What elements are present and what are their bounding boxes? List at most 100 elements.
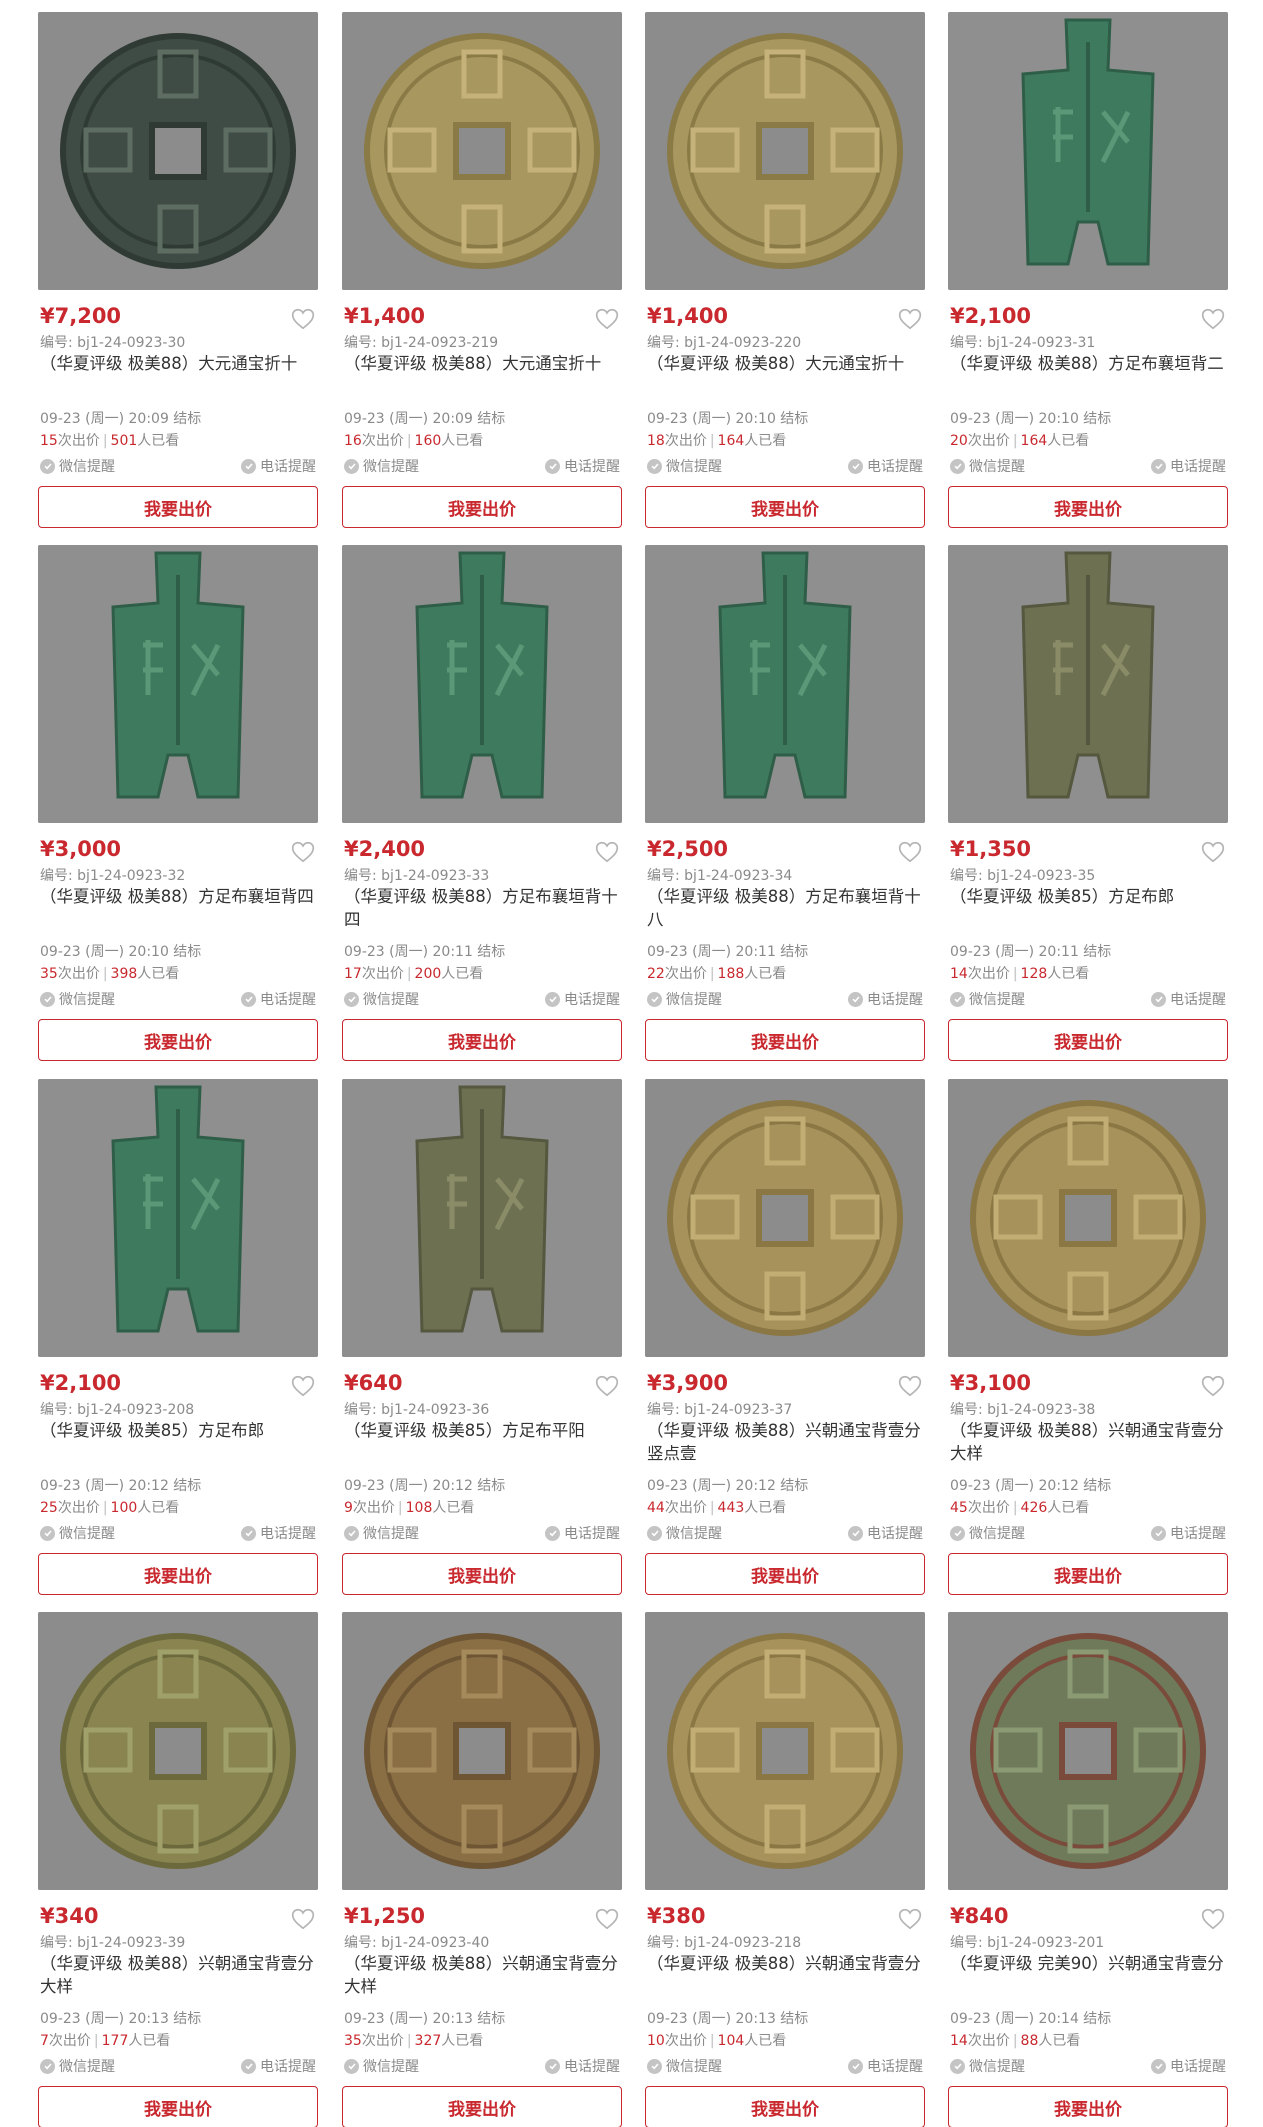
phone-remind-toggle[interactable]: 电话提醒 [241,1523,316,1543]
phone-remind-toggle[interactable]: 电话提醒 [545,456,620,476]
wechat-remind-toggle[interactable]: 微信提醒 [647,1523,722,1543]
lot-title[interactable]: （华夏评级 极美88）大元通宝折十 [40,352,316,400]
lot-title[interactable]: （华夏评级 极美88）兴朝通宝背壹分大样 [40,1952,316,2000]
bid-button[interactable]: 我要出价 [342,1553,622,1595]
lot-title[interactable]: （华夏评级 极美88）方足布襄垣背二 [950,352,1226,400]
wechat-remind-toggle[interactable]: 微信提醒 [647,989,722,1009]
bid-button[interactable]: 我要出价 [948,2086,1228,2127]
wechat-remind-toggle[interactable]: 微信提醒 [647,456,722,476]
coin-photo[interactable] [342,1079,622,1357]
coin-photo[interactable] [645,545,925,823]
lot-card[interactable]: ¥380 编号: bj1-24-0923-218 （华夏评级 极美88）兴朝通宝… [645,1612,925,2127]
wechat-remind-toggle[interactable]: 微信提醒 [344,1523,419,1543]
heart-icon[interactable] [897,1906,923,1932]
heart-icon[interactable] [290,306,316,332]
lot-card[interactable]: ¥1,400 编号: bj1-24-0923-219 （华夏评级 极美88）大元… [342,12,622,532]
lot-card[interactable]: ¥340 编号: bj1-24-0923-39 （华夏评级 极美88）兴朝通宝背… [38,1612,318,2127]
coin-photo[interactable] [342,12,622,290]
bid-button[interactable]: 我要出价 [948,1553,1228,1595]
wechat-remind-toggle[interactable]: 微信提醒 [40,1523,115,1543]
heart-icon[interactable] [594,839,620,865]
phone-remind-toggle[interactable]: 电话提醒 [848,1523,923,1543]
coin-photo[interactable] [38,545,318,823]
heart-icon[interactable] [897,1373,923,1399]
heart-icon[interactable] [1200,1906,1226,1932]
wechat-remind-toggle[interactable]: 微信提醒 [344,456,419,476]
lot-title[interactable]: （华夏评级 极美88）方足布襄垣背十四 [344,885,620,933]
coin-photo[interactable] [645,1079,925,1357]
phone-remind-toggle[interactable]: 电话提醒 [545,1523,620,1543]
coin-photo[interactable] [645,1612,925,1890]
lot-card[interactable]: ¥2,500 编号: bj1-24-0923-34 （华夏评级 极美88）方足布… [645,545,925,1065]
coin-photo[interactable] [948,1079,1228,1357]
phone-remind-toggle[interactable]: 电话提醒 [1151,989,1226,1009]
lot-card[interactable]: ¥840 编号: bj1-24-0923-201 （华夏评级 完美90）兴朝通宝… [948,1612,1228,2127]
phone-remind-toggle[interactable]: 电话提醒 [545,2056,620,2076]
bid-button[interactable]: 我要出价 [38,1553,318,1595]
bid-button[interactable]: 我要出价 [948,486,1228,528]
heart-icon[interactable] [1200,839,1226,865]
coin-photo[interactable] [948,1612,1228,1890]
coin-photo[interactable] [38,1079,318,1357]
coin-photo[interactable] [38,12,318,290]
heart-icon[interactable] [897,306,923,332]
lot-card[interactable]: ¥3,000 编号: bj1-24-0923-32 （华夏评级 极美88）方足布… [38,545,318,1065]
heart-icon[interactable] [897,839,923,865]
lot-title[interactable]: （华夏评级 极美88）兴朝通宝背壹分竖点壹 [647,1419,923,1467]
lot-card[interactable]: ¥2,100 编号: bj1-24-0923-31 （华夏评级 极美88）方足布… [948,12,1228,532]
lot-card[interactable]: ¥640 编号: bj1-24-0923-36 （华夏评级 极美85）方足布平阳… [342,1079,622,1599]
phone-remind-toggle[interactable]: 电话提醒 [848,456,923,476]
phone-remind-toggle[interactable]: 电话提醒 [848,2056,923,2076]
coin-photo[interactable] [645,12,925,290]
phone-remind-toggle[interactable]: 电话提醒 [848,989,923,1009]
phone-remind-toggle[interactable]: 电话提醒 [1151,456,1226,476]
wechat-remind-toggle[interactable]: 微信提醒 [950,456,1025,476]
heart-icon[interactable] [290,1906,316,1932]
lot-title[interactable]: （华夏评级 极美85）方足布郎 [40,1419,316,1467]
lot-title[interactable]: （华夏评级 极美85）方足布平阳 [344,1419,620,1467]
lot-title[interactable]: （华夏评级 极美88）兴朝通宝背壹分 [647,1952,923,2000]
bid-button[interactable]: 我要出价 [645,486,925,528]
wechat-remind-toggle[interactable]: 微信提醒 [40,989,115,1009]
lot-card[interactable]: ¥1,400 编号: bj1-24-0923-220 （华夏评级 极美88）大元… [645,12,925,532]
wechat-remind-toggle[interactable]: 微信提醒 [344,2056,419,2076]
lot-card[interactable]: ¥2,400 编号: bj1-24-0923-33 （华夏评级 极美88）方足布… [342,545,622,1065]
coin-photo[interactable] [342,545,622,823]
heart-icon[interactable] [1200,1373,1226,1399]
lot-card[interactable]: ¥2,100 编号: bj1-24-0923-208 （华夏评级 极美85）方足… [38,1079,318,1599]
heart-icon[interactable] [594,306,620,332]
lot-card[interactable]: ¥1,350 编号: bj1-24-0923-35 （华夏评级 极美85）方足布… [948,545,1228,1065]
bid-button[interactable]: 我要出价 [645,2086,925,2127]
lot-title[interactable]: （华夏评级 极美85）方足布郎 [950,885,1226,933]
lot-card[interactable]: ¥7,200 编号: bj1-24-0923-30 （华夏评级 极美88）大元通… [38,12,318,532]
bid-button[interactable]: 我要出价 [38,2086,318,2127]
lot-card[interactable]: ¥3,900 编号: bj1-24-0923-37 （华夏评级 极美88）兴朝通… [645,1079,925,1599]
heart-icon[interactable] [594,1906,620,1932]
wechat-remind-toggle[interactable]: 微信提醒 [40,456,115,476]
coin-photo[interactable] [38,1612,318,1890]
wechat-remind-toggle[interactable]: 微信提醒 [950,1523,1025,1543]
wechat-remind-toggle[interactable]: 微信提醒 [950,2056,1025,2076]
lot-card[interactable]: ¥3,100 编号: bj1-24-0923-38 （华夏评级 极美88）兴朝通… [948,1079,1228,1599]
bid-button[interactable]: 我要出价 [948,1019,1228,1061]
phone-remind-toggle[interactable]: 电话提醒 [545,989,620,1009]
wechat-remind-toggle[interactable]: 微信提醒 [40,2056,115,2076]
coin-photo[interactable] [948,545,1228,823]
phone-remind-toggle[interactable]: 电话提醒 [241,2056,316,2076]
phone-remind-toggle[interactable]: 电话提醒 [241,456,316,476]
lot-title[interactable]: （华夏评级 极美88）大元通宝折十 [647,352,923,400]
bid-button[interactable]: 我要出价 [38,486,318,528]
lot-title[interactable]: （华夏评级 极美88）兴朝通宝背壹分大样 [344,1952,620,2000]
bid-button[interactable]: 我要出价 [342,2086,622,2127]
lot-title[interactable]: （华夏评级 极美88）兴朝通宝背壹分大样 [950,1419,1226,1467]
lot-card[interactable]: ¥1,250 编号: bj1-24-0923-40 （华夏评级 极美88）兴朝通… [342,1612,622,2127]
heart-icon[interactable] [290,839,316,865]
bid-button[interactable]: 我要出价 [645,1553,925,1595]
lot-title[interactable]: （华夏评级 极美88）大元通宝折十 [344,352,620,400]
lot-title[interactable]: （华夏评级 极美88）方足布襄垣背四 [40,885,316,933]
bid-button[interactable]: 我要出价 [645,1019,925,1061]
phone-remind-toggle[interactable]: 电话提醒 [1151,1523,1226,1543]
heart-icon[interactable] [290,1373,316,1399]
lot-title[interactable]: （华夏评级 完美90）兴朝通宝背壹分 [950,1952,1226,2000]
phone-remind-toggle[interactable]: 电话提醒 [241,989,316,1009]
